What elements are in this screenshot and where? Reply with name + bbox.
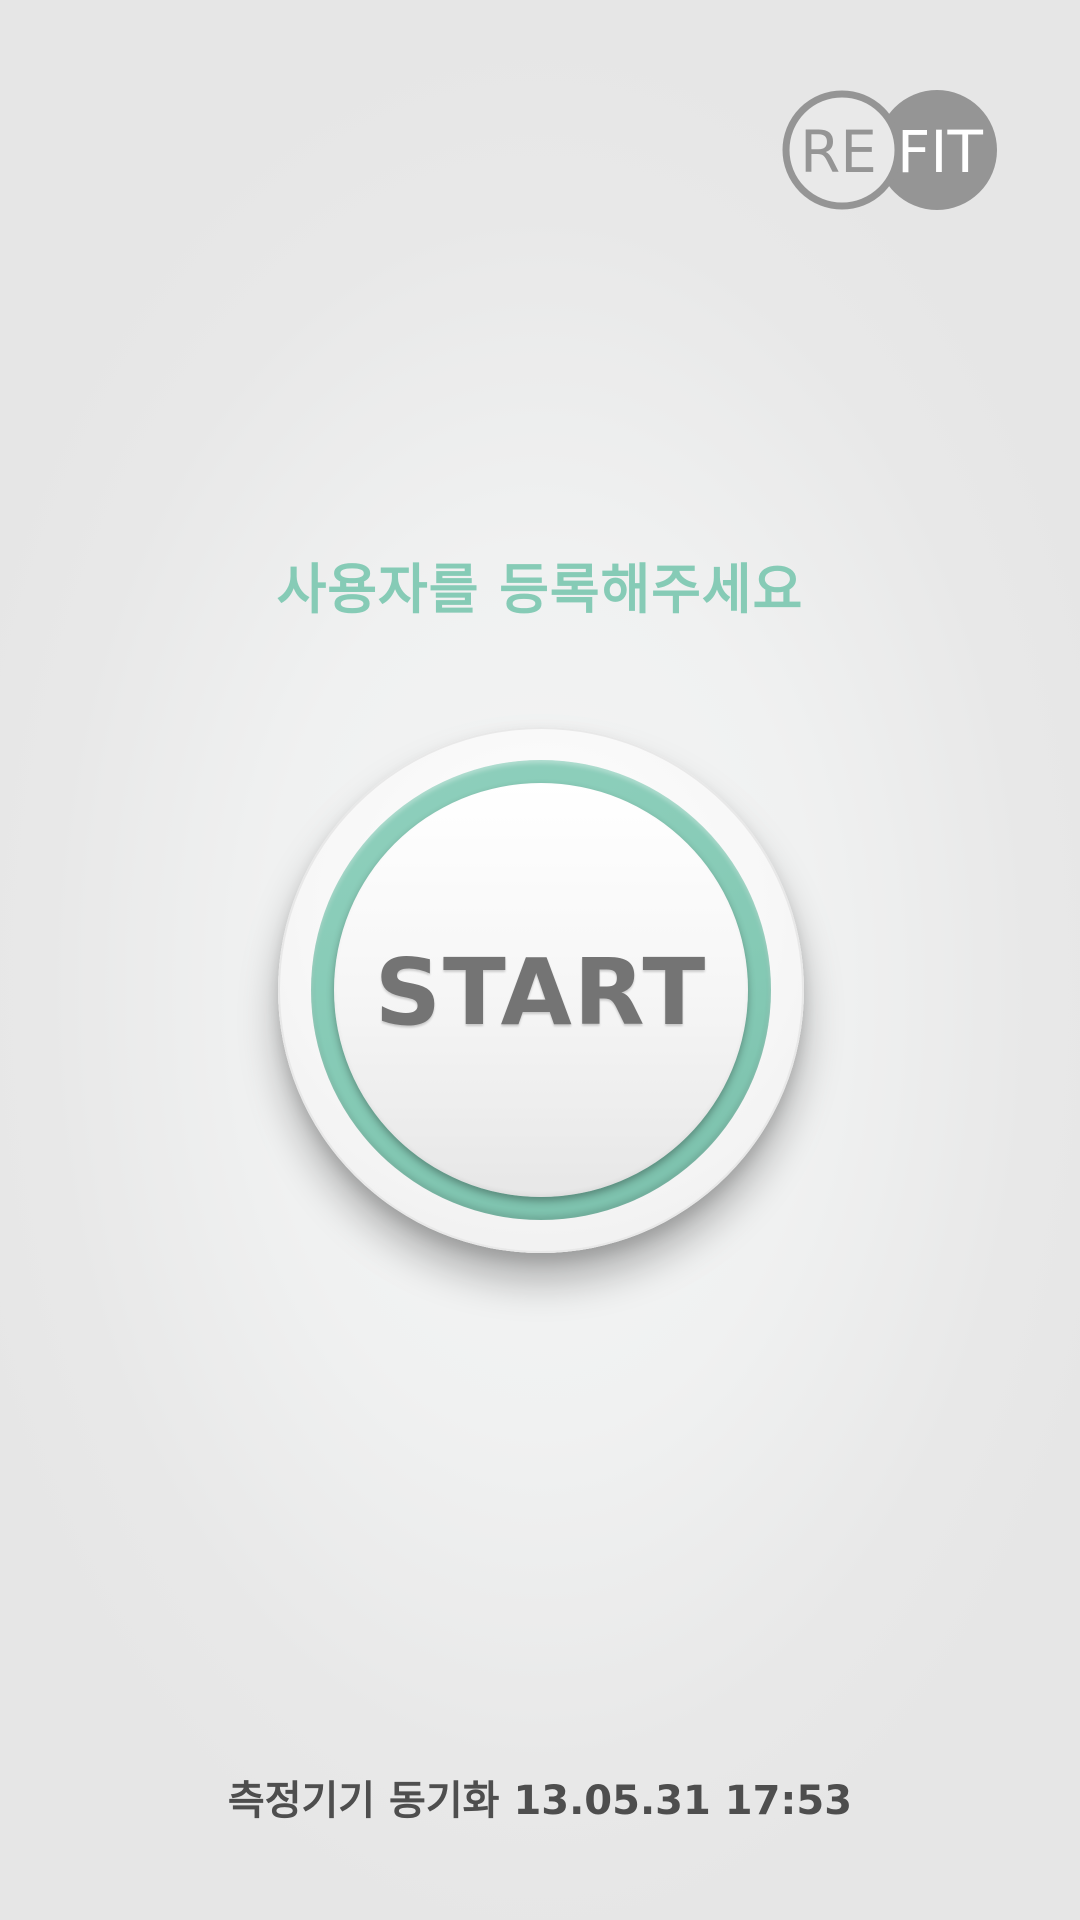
start-button-ring: START: [311, 760, 771, 1220]
main-screen: RE FIT 사용자를 등록해주세요 START 측정기기 동기화 13.05.3…: [0, 0, 1080, 1920]
sync-label: 측정기기 동기화: [227, 1778, 500, 1824]
logo-fit-text: FIT: [897, 118, 983, 186]
sync-datetime: 13.05.31 17:53: [513, 1778, 853, 1824]
start-button-label: START: [374, 938, 708, 1046]
register-user-prompt: 사용자를 등록해주세요: [276, 558, 804, 621]
start-button-face[interactable]: START: [334, 783, 748, 1197]
refit-logo: RE FIT: [780, 88, 1000, 212]
logo-re-text: RE: [800, 118, 877, 186]
device-sync-status: 측정기기 동기화 13.05.31 17:53: [0, 1768, 1080, 1826]
start-button[interactable]: START: [278, 727, 804, 1253]
